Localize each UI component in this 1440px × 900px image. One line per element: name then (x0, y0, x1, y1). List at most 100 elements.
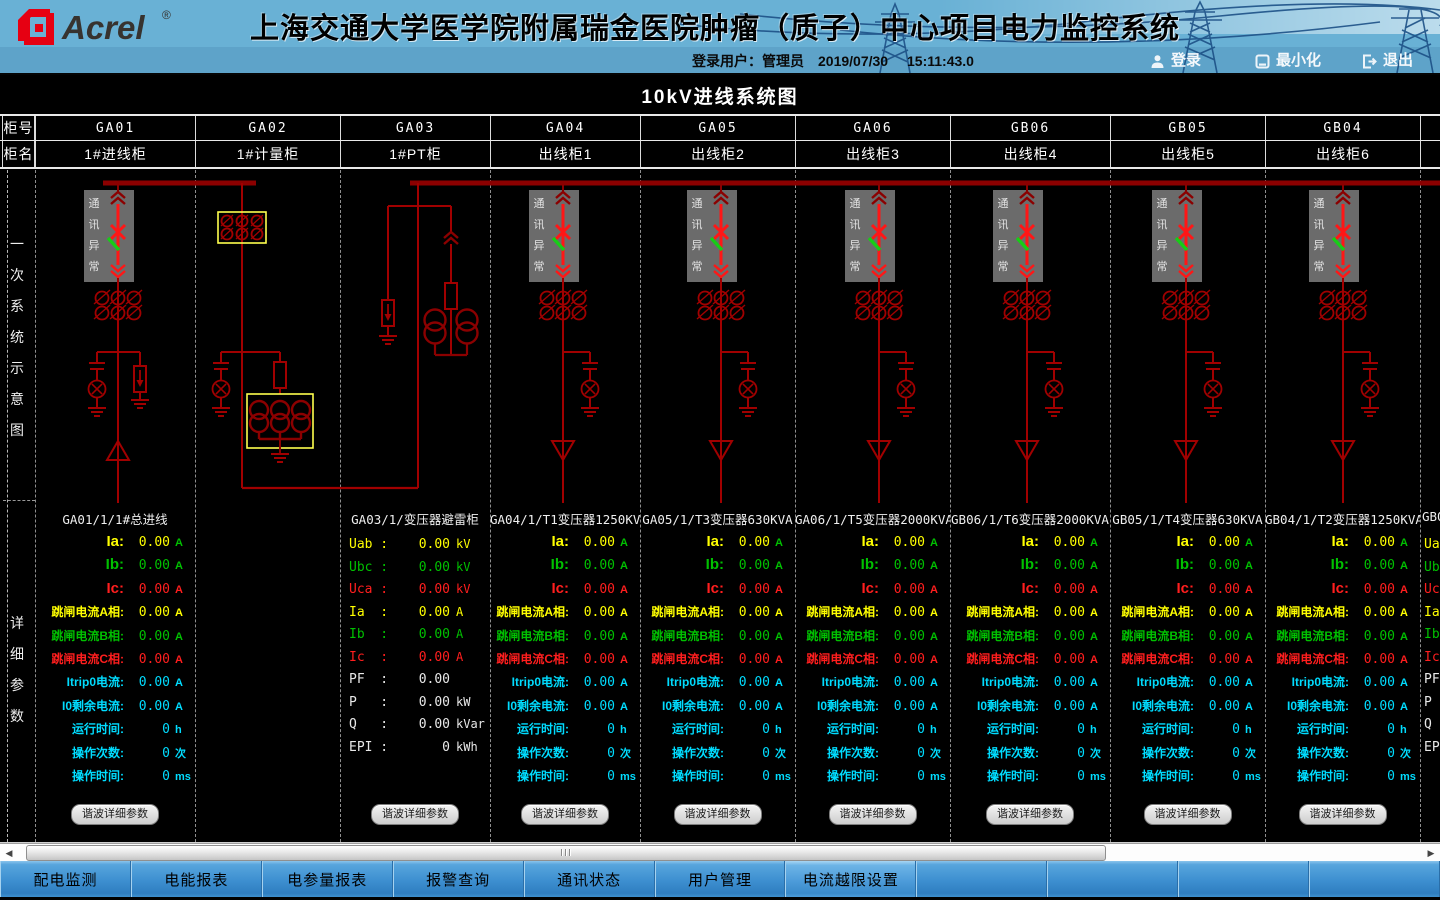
panel-title: GA06/1/T5变压器2000KVA (795, 509, 950, 528)
bottom-nav-button-6[interactable]: 电流越限设置 (785, 861, 916, 897)
param-row: Uab : 0.00 kV (340, 537, 490, 560)
panel-rows: Uab : 0.00 kV Ubc : 0.00 kV Uca : 0.00 k… (340, 537, 490, 762)
detail-panel-partial: GB0UaUbUcIaIbIcPFPQEP (1422, 503, 1440, 842)
param-row: 跳闸电流B相: 0.00 A (1110, 627, 1265, 650)
param-row: Ua (1422, 537, 1440, 560)
panel-title: GB05/1/T4变压器630KVA (1110, 509, 1265, 528)
param-row: 运行时间: 0 h (35, 720, 195, 743)
param-row: 操作时间: 0 ms (640, 767, 795, 790)
param-row: 跳闸电流A相: 0.00 A (490, 603, 640, 626)
detail-panel-GA03: GA03/1/变压器避雷柜 Uab : 0.00 kV Ubc : 0.00 k… (340, 503, 490, 842)
param-row: Ubc : 0.00 kV (340, 560, 490, 583)
param-row: 操作次数: 0 次 (950, 744, 1110, 767)
param-row: 跳闸电流A相: 0.00 A (950, 603, 1110, 626)
table-border-bottom (0, 167, 1440, 169)
header-divider (0, 73, 1440, 75)
bottom-nav-button-10[interactable] (1309, 861, 1440, 897)
panel-rows: Ia: 0.00 A Ib: 0.00 A Ic: 0.00 A 跳闸电流A相:… (1110, 533, 1265, 790)
cabinet-name-cell: 出线柜3 (795, 141, 950, 167)
svg-text:异: 异 (692, 239, 703, 252)
svg-text:常: 常 (998, 260, 1009, 273)
detail-panel-GA05: GA05/1/T3变压器630KVA Ia: 0.00 A Ib: 0.00 A… (640, 503, 795, 842)
exit-button[interactable]: 退出 (1362, 49, 1413, 73)
svg-text:讯: 讯 (998, 218, 1009, 231)
param-row: 运行时间: 0 h (1110, 720, 1265, 743)
cabinet-no-cell: GA06 (795, 116, 950, 140)
param-row: Itrip0电流: 0.00 A (950, 673, 1110, 696)
login-user-value: 管理员 (762, 50, 804, 72)
cabinet-no-cell: GA01 (35, 116, 195, 140)
param-row: 跳闸电流B相: 0.00 A (35, 627, 195, 650)
svg-text:常: 常 (850, 260, 861, 273)
param-row: 跳闸电流C相: 0.00 A (1110, 650, 1265, 673)
bottom-nav-button-9[interactable] (1178, 861, 1309, 897)
panel-title: GB06/1/T6变压器2000KVA (950, 509, 1110, 528)
svg-text:常: 常 (1157, 260, 1168, 273)
cabinet-no-cell: GB04 (1265, 116, 1420, 140)
harmonics-detail-button[interactable]: 谐波详细参数 (986, 804, 1074, 825)
scrollbar-left-arrow-icon[interactable]: ◀ (2, 847, 16, 859)
param-row: Ic: 0.00 A (640, 580, 795, 603)
detail-panel-GB06: GB06/1/T6变压器2000KVA Ia: 0.00 A Ib: 0.00 … (950, 503, 1110, 842)
param-row: 操作次数: 0 次 (1265, 744, 1420, 767)
harmonics-detail-button[interactable]: 谐波详细参数 (829, 804, 917, 825)
harmonics-detail-button[interactable]: 谐波详细参数 (1144, 804, 1232, 825)
panel-rows: Ia: 0.00 A Ib: 0.00 A Ic: 0.00 A 跳闸电流A相:… (795, 533, 950, 790)
login-button[interactable]: 登录 (1150, 49, 1201, 73)
param-row: Ia: 0.00 A (795, 533, 950, 556)
svg-text:讯: 讯 (850, 218, 861, 231)
bottom-nav-button-5[interactable]: 用户管理 (655, 861, 786, 897)
bottom-nav-button-8[interactable] (1047, 861, 1178, 897)
param-row: Ib: 0.00 A (950, 556, 1110, 579)
harmonics-detail-button[interactable]: 谐波详细参数 (371, 804, 459, 825)
scrollbar-grip (561, 849, 571, 856)
harmonics-detail-button[interactable]: 谐波详细参数 (1299, 804, 1387, 825)
param-row: Ia: 0.00 A (490, 533, 640, 556)
param-row: Ib: 0.00 A (795, 556, 950, 579)
panel-title: GB04/1/T2变压器1250KVA (1265, 509, 1420, 528)
param-row: Ic: 0.00 A (490, 580, 640, 603)
param-row: Ib: 0.00 A (490, 556, 640, 579)
svg-text:讯: 讯 (1314, 218, 1325, 231)
detail-panel-GA04: GA04/1/T1变压器1250KVA Ia: 0.00 A Ib: 0.00 … (490, 503, 640, 842)
scrollbar-right-arrow-icon[interactable]: ▶ (1424, 847, 1438, 859)
h-scrollbar[interactable]: ◀ ▶ (0, 843, 1440, 861)
bottom-nav-button-4[interactable]: 通讯状态 (524, 861, 655, 897)
param-row: PF : 0.00 (340, 672, 490, 695)
detail-panel-GA06: GA06/1/T5变压器2000KVA Ia: 0.00 A Ib: 0.00 … (795, 503, 950, 842)
harmonics-detail-button[interactable]: 谐波详细参数 (71, 804, 159, 825)
svg-text:异: 异 (1157, 239, 1168, 252)
param-row: Ib (1422, 627, 1440, 650)
harmonics-detail-button[interactable]: 谐波详细参数 (521, 804, 609, 825)
param-row: 操作时间: 0 ms (795, 767, 950, 790)
bottom-nav-button-0[interactable]: 配电监测 (0, 861, 131, 897)
panel-title: GB0 (1422, 509, 1440, 524)
param-row: Ic: 0.00 A (795, 580, 950, 603)
param-row: Ia: 0.00 A (950, 533, 1110, 556)
bottom-nav-button-7[interactable] (916, 861, 1047, 897)
param-row: Ic : 0.00 A (340, 650, 490, 673)
time-text: 15:11:43.0 (907, 50, 974, 72)
param-row: 跳闸电流C相: 0.00 A (35, 650, 195, 673)
date-text: 2019/07/30 (818, 50, 888, 72)
param-row: EP (1422, 740, 1440, 763)
bottom-nav-button-1[interactable]: 电能报表 (131, 861, 262, 897)
param-row: 操作时间: 0 ms (950, 767, 1110, 790)
svg-text:常: 常 (534, 260, 545, 273)
harmonics-detail-button[interactable]: 谐波详细参数 (674, 804, 762, 825)
param-row: 操作时间: 0 ms (35, 767, 195, 790)
cabinet-name-cell: 出线柜4 (950, 141, 1110, 167)
param-row: 跳闸电流B相: 0.00 A (950, 627, 1110, 650)
param-row: Q (1422, 717, 1440, 740)
param-row: P (1422, 695, 1440, 718)
h-scrollbar-thumb[interactable] (26, 845, 1106, 861)
detail-panel-GA01: GA01/1/1#总进线 Ia: 0.00 A Ib: 0.00 A Ic: 0… (35, 503, 195, 842)
param-row: Ia: 0.00 A (35, 533, 195, 556)
minimize-button[interactable]: 最小化 (1255, 49, 1321, 73)
bottom-nav-button-3[interactable]: 报警查询 (393, 861, 524, 897)
param-row: Ia: 0.00 A (1110, 533, 1265, 556)
bottom-nav-button-2[interactable]: 电参量报表 (262, 861, 393, 897)
cabinet-name-cell: 出线柜2 (640, 141, 795, 167)
param-row: 运行时间: 0 h (1265, 720, 1420, 743)
bottom-nav: 配电监测电能报表电参量报表报警查询通讯状态用户管理电流越限设置 (0, 861, 1440, 897)
